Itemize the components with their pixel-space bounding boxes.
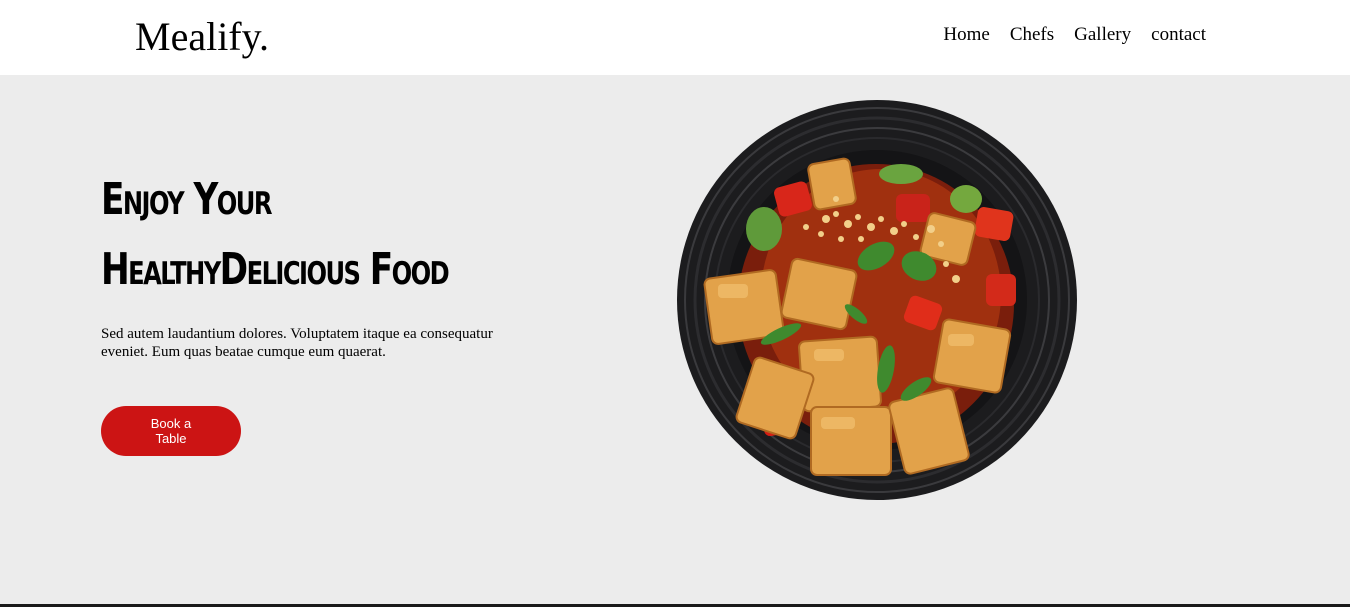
food-bowl-image xyxy=(677,100,1077,500)
hero-section: Enjoy Your HealthyDelicious Food Sed aut… xyxy=(0,75,1350,605)
logo[interactable]: Mealify. xyxy=(135,14,269,60)
book-table-button[interactable]: Book a Table xyxy=(101,406,241,456)
nav-item-gallery[interactable]: Gallery xyxy=(1074,22,1131,48)
hero-headline-line-1: Enjoy Your xyxy=(101,174,272,225)
site-header: Mealify. Home Chefs Gallery contact xyxy=(0,0,1350,75)
nav-item-home[interactable]: Home xyxy=(943,22,989,48)
hero-headline-line-2: HealthyDelicious Food xyxy=(101,244,450,295)
nav-item-chefs[interactable]: Chefs xyxy=(1010,22,1054,48)
hero-description: Sed autem laudantium dolores. Voluptatem… xyxy=(101,326,493,360)
main-nav: Home Chefs Gallery contact xyxy=(943,22,1206,48)
hero-headline: Enjoy Your HealthyDelicious Food xyxy=(101,165,475,305)
nav-item-contact[interactable]: contact xyxy=(1151,22,1206,48)
